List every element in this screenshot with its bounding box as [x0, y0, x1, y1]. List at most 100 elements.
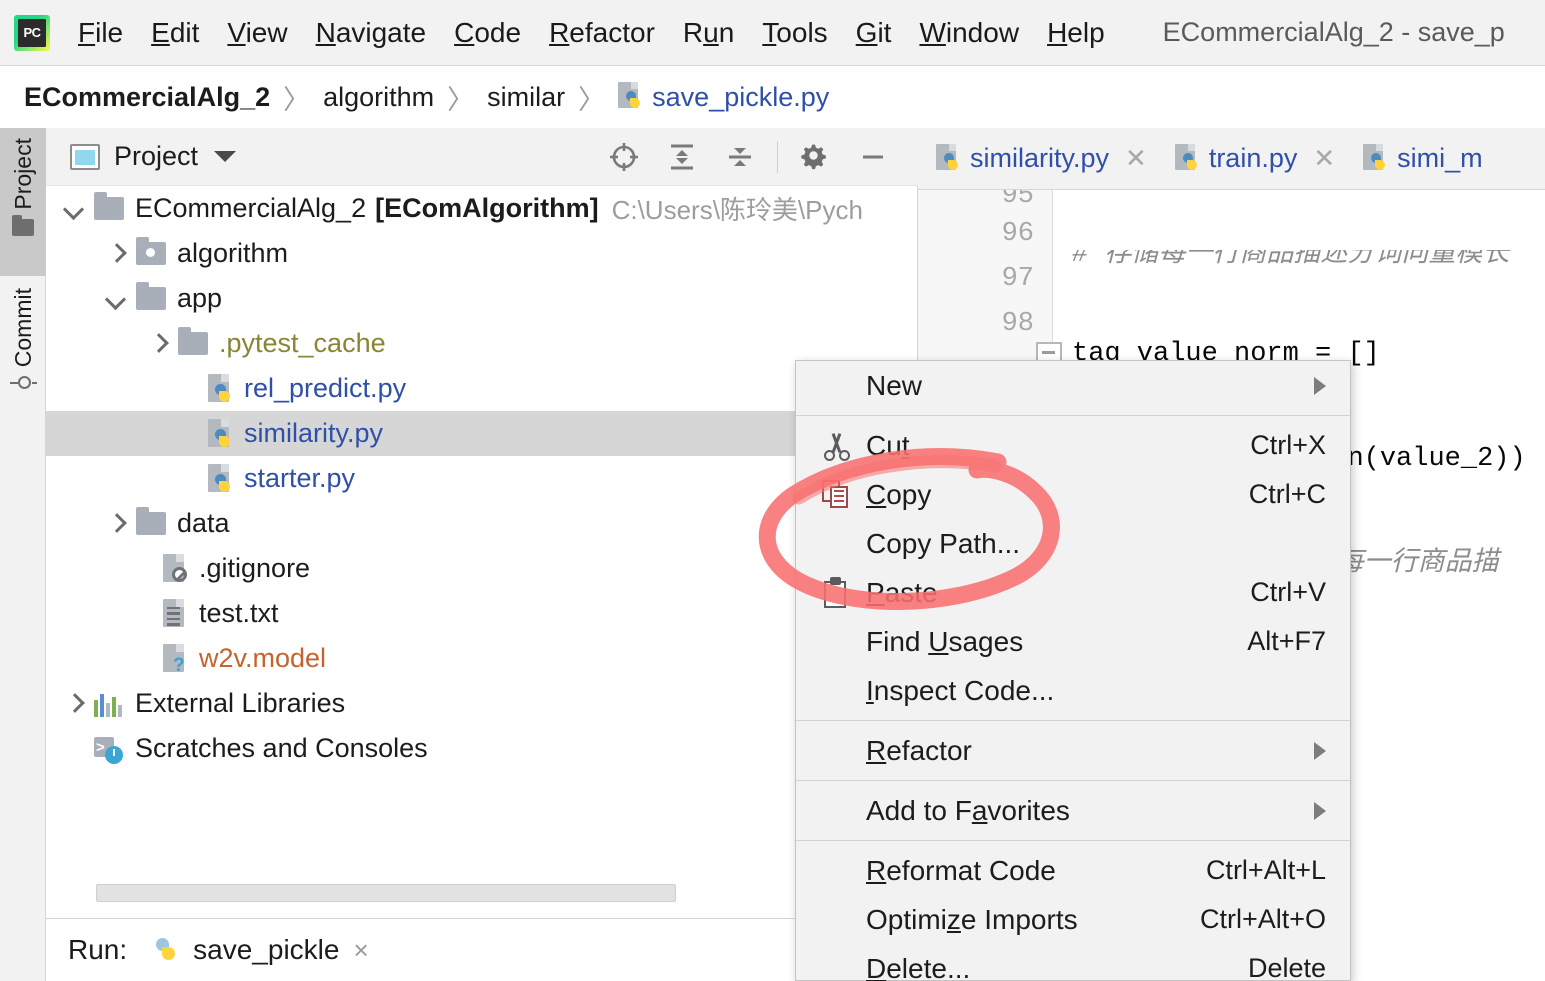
tree-node-label: test.txt — [199, 598, 279, 628]
menu-separator — [796, 840, 1350, 841]
menu-item-delete[interactable]: Delete... Delete — [796, 944, 1350, 981]
tree-node-label: rel_predict.py — [244, 373, 407, 403]
menu-help[interactable]: Help — [1033, 18, 1119, 47]
tree-node-data[interactable]: data — [46, 501, 918, 546]
menu-run[interactable]: Run — [669, 18, 748, 47]
menu-item-optimize-imports[interactable]: Optimize Imports Ctrl+Alt+O — [796, 895, 1350, 944]
menu-git[interactable]: Git — [842, 18, 906, 47]
pycharm-logo-icon: PC — [14, 14, 50, 51]
breadcrumb-separator: 〉 — [578, 84, 606, 115]
menu-item-label: Inspect Code... — [866, 674, 1055, 706]
tree-node-rel-predict[interactable]: rel_predict.py — [46, 366, 918, 411]
menu-item-inspect-code[interactable]: Inspect Code... — [796, 666, 1350, 715]
settings-gear-icon[interactable] — [786, 128, 844, 186]
expand-all-icon[interactable] — [653, 128, 711, 186]
submenu-arrow-icon — [1314, 741, 1326, 760]
tree-node-w2v-model[interactable]: ? w2v.model — [46, 636, 918, 681]
project-tool-window: Project ECommercialAlg_2 [EComAlgorithm]… — [46, 128, 918, 918]
sidebar-tab-project[interactable]: Project — [0, 128, 46, 276]
tree-node-algorithm[interactable]: algorithm — [46, 231, 918, 276]
folder-icon — [12, 214, 34, 236]
menu-item-new[interactable]: New — [796, 361, 1350, 410]
locate-target-icon[interactable] — [595, 128, 653, 186]
python-file-icon — [1363, 143, 1389, 174]
sidebar-tab-project-label: Project — [9, 138, 36, 210]
chevron-right-icon[interactable] — [64, 694, 84, 714]
menu-window[interactable]: Window — [905, 18, 1033, 47]
tree-node-label: .gitignore — [199, 553, 311, 583]
python-file-icon — [206, 373, 234, 405]
menu-item-paste[interactable]: Paste Ctrl+V — [796, 568, 1350, 617]
folder-icon — [94, 192, 124, 220]
menu-item-label: New — [866, 369, 923, 401]
hide-panel-icon[interactable] — [844, 128, 902, 186]
chevron-right-icon[interactable] — [148, 334, 168, 354]
chevron-right-icon[interactable] — [106, 244, 126, 264]
tree-node-similarity[interactable]: similarity.py — [46, 411, 918, 456]
menu-item-find-usages[interactable]: Find Usages Alt+F7 — [796, 617, 1350, 666]
sidebar-tab-commit[interactable]: Commit — [0, 278, 46, 438]
collapse-all-icon[interactable] — [711, 128, 769, 186]
left-tool-strip: Project Commit — [0, 128, 46, 981]
tree-node-label: External Libraries — [135, 688, 346, 718]
tree-node-app[interactable]: app — [46, 276, 918, 321]
python-file-icon — [206, 418, 234, 450]
python-file-icon — [618, 82, 644, 112]
project-horizontal-scrollbar[interactable] — [96, 884, 676, 902]
toolbar-divider — [777, 140, 778, 173]
tree-node-ecommercialalg2[interactable]: ECommercialAlg_2 [EComAlgorithm] C:\User… — [46, 186, 918, 231]
menu-view[interactable]: View — [213, 18, 301, 47]
tree-node-pytest-cache[interactable]: .pytest_cache — [46, 321, 918, 366]
tree-node-starter[interactable]: starter.py — [46, 456, 918, 501]
menu-item-shortcut: Ctrl+C — [1248, 479, 1326, 509]
menu-icon-slot — [822, 576, 866, 609]
window-title: ECommercialAlg_2 - save_p — [1162, 17, 1505, 47]
tree-node-module: [EComAlgorithm] — [375, 193, 599, 223]
chevron-down-icon[interactable] — [64, 199, 84, 219]
tree-node-gitignore[interactable]: .gitignore — [46, 546, 918, 591]
breadcrumb-item-algorithm[interactable]: algorithm — [323, 82, 434, 113]
project-panel-header: Project — [46, 128, 918, 186]
close-icon[interactable]: ✕ — [1125, 143, 1147, 174]
menu-file[interactable]: File — [64, 18, 137, 47]
chevron-down-icon[interactable] — [106, 289, 126, 309]
run-config-name[interactable]: save_pickle — [193, 934, 339, 966]
tree-node-external-libraries[interactable]: External Libraries — [46, 681, 918, 726]
close-icon[interactable]: × — [353, 935, 368, 966]
tree-node-label: .pytest_cache — [219, 328, 386, 358]
chevron-right-icon[interactable] — [106, 514, 126, 534]
breadcrumb-item-project[interactable]: ECommercialAlg_2 — [24, 82, 270, 113]
menu-tools[interactable]: Tools — [748, 18, 841, 47]
menu-edit[interactable]: Edit — [137, 18, 213, 47]
breadcrumb-separator: 〉 — [447, 84, 475, 115]
menu-item-shortcut: Alt+F7 — [1247, 626, 1326, 656]
menu-item-copy-path[interactable]: Copy Path... — [796, 519, 1350, 568]
menu-item-copy[interactable]: Copy Ctrl+C — [796, 470, 1350, 519]
breadcrumb-item-file[interactable]: save_pickle.py — [652, 82, 829, 113]
breadcrumb-separator: 〉 — [283, 84, 311, 115]
tab-train-py[interactable]: train.py ✕ — [1157, 128, 1345, 189]
menu-separator — [796, 780, 1350, 781]
menu-item-reformat-code[interactable]: Reformat Code Ctrl+Alt+L — [796, 846, 1350, 895]
tree-node-scratches-consoles[interactable]: > Scratches and Consoles — [46, 726, 918, 771]
menu-refactor[interactable]: Refactor — [535, 18, 669, 47]
tab-similarity-py[interactable]: similarity.py ✕ — [918, 128, 1157, 189]
pycharm-logo-text: PC — [18, 18, 46, 47]
chevron-down-icon[interactable] — [214, 151, 237, 162]
tab-label: similarity.py — [970, 143, 1110, 173]
editor-tab-bar: similarity.py ✕ train.py ✕ simi_m — [918, 128, 1545, 190]
tree-node-test-txt[interactable]: test.txt — [46, 591, 918, 636]
menu-item-add-to-favorites[interactable]: Add to Favorites — [796, 786, 1350, 835]
menu-navigate[interactable]: Navigate — [302, 18, 441, 47]
paste-icon — [822, 576, 852, 609]
project-tree: ECommercialAlg_2 [EComAlgorithm] C:\User… — [46, 186, 918, 976]
folder-icon — [136, 507, 166, 535]
close-icon[interactable]: ✕ — [1313, 143, 1335, 174]
line-number: 97 — [1001, 264, 1034, 294]
menu-code[interactable]: Code — [440, 18, 535, 47]
tab-simi-m[interactable]: simi_m — [1345, 128, 1493, 189]
menu-item-refactor[interactable]: Refactor — [796, 726, 1350, 775]
breadcrumb-item-similar[interactable]: similar — [487, 82, 565, 113]
menu-item-cut[interactable]: Cut Ctrl+X — [796, 421, 1350, 470]
line-number: 95 — [1001, 190, 1034, 211]
